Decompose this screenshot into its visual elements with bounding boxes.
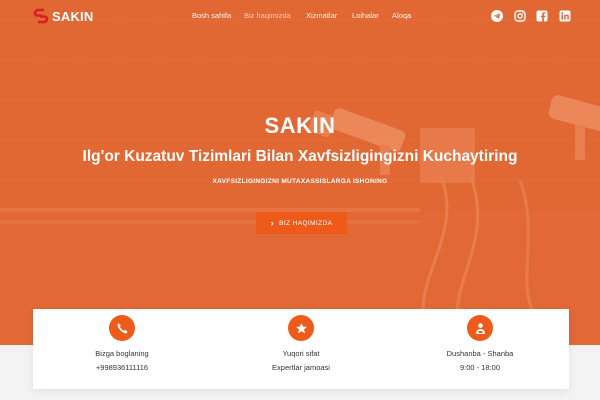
hero-overlay [0, 0, 600, 345]
linkedin-icon[interactable] [559, 10, 571, 22]
features-card: Bizga boglaning +998936111116 Yuqori sif… [33, 309, 569, 389]
phone-icon [109, 315, 135, 341]
top-navbar: SAKIN Bosh sahifa Biz haqimizda Xizmatla… [0, 0, 600, 32]
feature-value: Expertlar jamoasi [272, 363, 330, 372]
hero-section: SAKIN Bosh sahifa Biz haqimizda Xizmatla… [0, 0, 600, 345]
logo[interactable]: SAKIN [33, 8, 93, 24]
hero-tagline: XAVFSIZLIGINGIZNI MUTAXASSISLARGA ISHONI… [212, 178, 388, 185]
instagram-icon[interactable] [514, 10, 526, 22]
feature-quality: Yuqori sifat Expertlar jamoasi [212, 309, 390, 389]
team-icon [467, 315, 493, 341]
star-icon [288, 315, 314, 341]
page: SAKIN Bosh sahifa Biz haqimizda Xizmatla… [0, 0, 600, 400]
feature-hours: Dushanba - Shanba 9:00 - 18:00 [391, 309, 569, 389]
feature-contact: Bizga boglaning +998936111116 [33, 309, 211, 389]
chevron-right-icon: › [270, 218, 275, 228]
hero-subtitle: Ilg'or Kuzatuv Tizimlari Bilan Xavfsizli… [82, 148, 518, 165]
logo-text: SAKIN [52, 8, 94, 24]
feature-label: Dushanba - Shanba [446, 349, 514, 358]
nav-item-services[interactable]: Xizmatlar [306, 11, 337, 20]
hero-title: SAKIN [264, 113, 336, 138]
working-hours: 9:00 - 18:00 [459, 363, 501, 372]
logo-icon [33, 8, 49, 24]
nav-item-home[interactable]: Bosh sahifa [192, 11, 231, 20]
facebook-icon[interactable] [536, 10, 548, 22]
feature-label: Bizga boglaning [95, 349, 149, 358]
about-us-button-label: BIZ HAQIMIZDA [279, 219, 333, 227]
phone-number[interactable]: +998936111116 [33, 363, 211, 372]
nav-item-contact[interactable]: Aloqa [392, 11, 411, 20]
about-us-button[interactable]: › BIZ HAQIMIZDA [256, 212, 347, 234]
nav-item-projects[interactable]: Loihalar [352, 11, 379, 20]
feature-label: Yuqori sifat [282, 349, 320, 358]
telegram-icon[interactable] [491, 10, 503, 22]
nav-item-about[interactable]: Biz haqimizda [244, 11, 291, 20]
